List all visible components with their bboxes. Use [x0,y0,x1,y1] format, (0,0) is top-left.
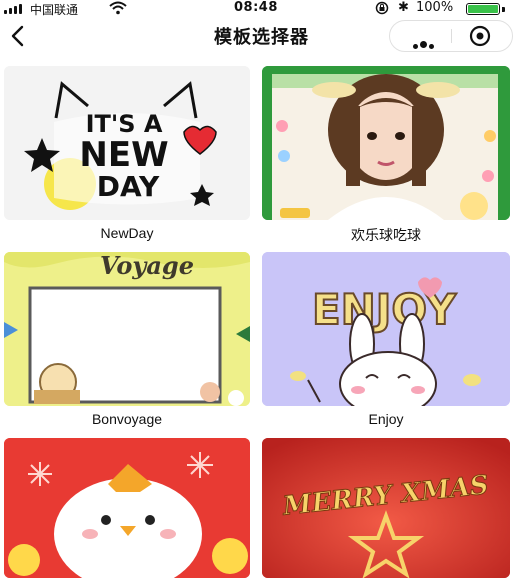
signal-icon [4,4,24,14]
template-thumbnail: Voyage [4,252,250,406]
xmas-artwork: MERRY XMAS [262,438,510,578]
orientation-lock-icon [375,1,389,15]
template-card-newday[interactable]: IT'S A NEW DAY NewDay [4,66,250,246]
template-thumbnail: ENJOY [262,252,510,406]
navigation-bar: 模板选择器 [0,18,523,54]
chick-artwork [4,438,250,578]
battery-percent: 100% [416,0,454,15]
bonvoyage-artwork: Voyage [4,252,250,406]
template-thumbnail [262,66,510,220]
template-card-bonvoyage[interactable]: Voyage Bonvoyage [4,252,250,430]
newday-artwork: IT'S A NEW DAY [4,66,250,220]
newday-art-line2: NEW [79,135,168,175]
target-circle-icon [469,25,491,47]
template-thumbnail: IT'S A NEW DAY [4,66,250,220]
template-card-chick[interactable] [4,438,250,578]
carrier-name: 中国联通 [30,3,79,17]
enjoy-artwork: ENJOY [262,252,510,406]
template-name: 欢乐球吃球 [351,227,421,243]
newday-art-line3: DAY [97,170,160,203]
template-name: Bonvoyage [91,411,163,427]
template-card-enjoy[interactable]: ENJOY Enjoy [262,252,510,430]
close-button[interactable] [453,21,507,51]
template-thumbnail [4,438,250,578]
template-card-xmas[interactable]: MERRY XMAS [262,438,510,578]
clock: 08:48 [234,0,278,15]
template-name: Enjoy [368,411,404,427]
capsule-divider [451,29,452,43]
more-button[interactable] [396,21,450,51]
ball-artwork [262,66,510,220]
miniprogram-capsule [389,20,513,52]
status-bar: 中国联通 08:48 ✱ 100% [0,0,523,18]
template-thumbnail: MERRY XMAS [262,438,510,578]
battery-tip [502,7,505,12]
template-card-ball[interactable]: 欢乐球吃球 [262,66,510,246]
template-name: NewDay [100,225,154,241]
newday-art-line1: IT'S A [86,110,163,138]
bonvoyage-art-text: Voyage [100,252,194,280]
wifi-icon [109,1,127,15]
battery-icon [466,3,500,15]
bluetooth-icon: ✱ [398,0,409,15]
more-dots-icon [413,34,436,53]
battery-level [468,5,498,13]
